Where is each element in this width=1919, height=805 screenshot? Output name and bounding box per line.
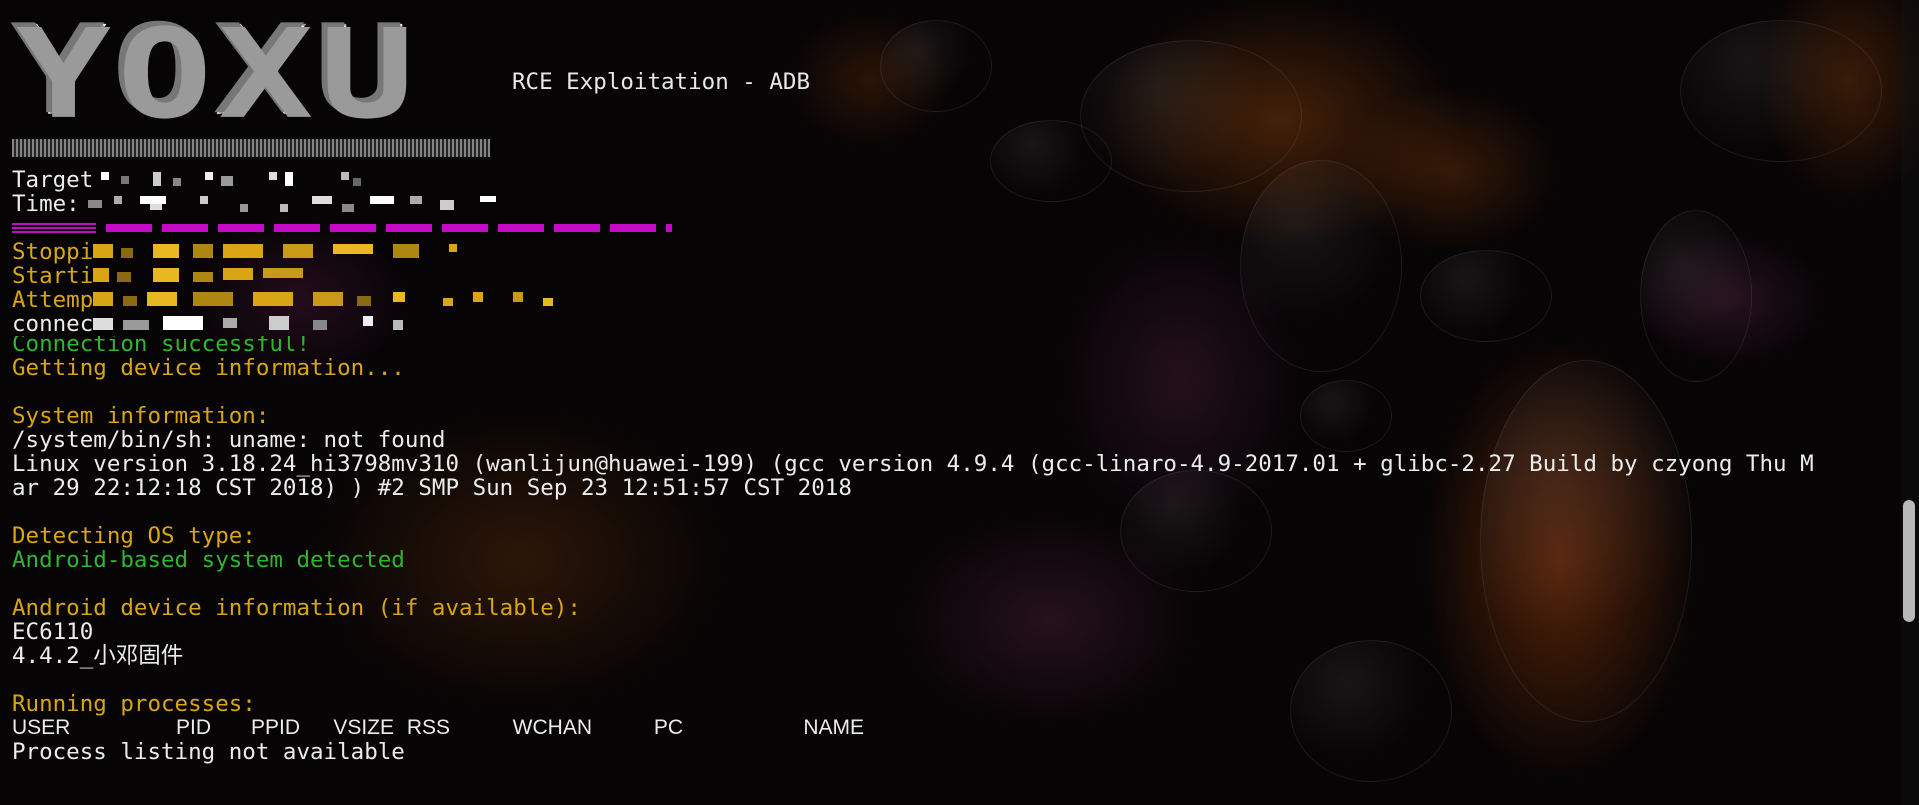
android-info-heading: Android device information (if available… bbox=[12, 595, 581, 621]
ascii-logo: YOXU bbox=[12, 0, 490, 157]
banner: YOXU RCE Exploitation - ADB bbox=[12, 0, 1879, 162]
redacted-mosaic bbox=[87, 195, 496, 212]
redacted-mosaic bbox=[93, 291, 554, 306]
column-rss: RSS bbox=[406, 716, 450, 739]
os-detected-line: Android-based system detected bbox=[12, 547, 405, 573]
kernel-version-line: Linux version 3.18.24_hi3798mv310 (wanli… bbox=[12, 451, 1814, 477]
banner-subtitle: RCE Exploitation - ADB bbox=[512, 69, 811, 95]
vertical-scrollbar[interactable] bbox=[1901, 0, 1919, 805]
stopping-line: Stoppi bbox=[12, 240, 1879, 264]
column-pid: PID bbox=[176, 716, 212, 739]
attempting-line: Attemp bbox=[12, 288, 1879, 312]
device-model-line: EC6110 bbox=[12, 619, 94, 645]
system-info-heading: System information: bbox=[12, 403, 270, 429]
separator-line bbox=[12, 216, 1879, 240]
time-label: Time: bbox=[12, 191, 80, 217]
column-vsize: VSIZE bbox=[333, 716, 394, 739]
column-ppid: PPID bbox=[250, 716, 300, 739]
terminal-window[interactable]: YOXU RCE Exploitation - ADB Target Time:… bbox=[0, 0, 1919, 805]
redacted-mosaic bbox=[101, 171, 362, 186]
uname-error-line: /system/bin/sh: uname: not found bbox=[12, 427, 446, 453]
kernel-version-line-continued: ar 29 22:12:18 CST 2018) ) #2 SMP Sun Se… bbox=[12, 475, 852, 501]
column-wchan: WCHAN bbox=[512, 716, 592, 739]
column-name: NAME bbox=[803, 716, 864, 739]
column-pc: PC bbox=[653, 716, 683, 739]
detect-os-heading: Detecting OS type: bbox=[12, 523, 256, 549]
processes-heading: Running processes: bbox=[12, 691, 256, 717]
column-user: USER bbox=[12, 716, 71, 739]
target-line: Target bbox=[12, 168, 1879, 192]
redacted-mosaic bbox=[93, 243, 458, 258]
redacted-mosaic bbox=[93, 315, 404, 330]
firmware-line: 4.4.2_小邓固件 bbox=[12, 643, 184, 669]
connected-line: connec bbox=[12, 312, 1879, 336]
scrollbar-thumb[interactable] bbox=[1903, 500, 1915, 622]
target-label: Target bbox=[12, 167, 94, 193]
logo-text: YOXU bbox=[12, 0, 417, 144]
starting-line: Starti bbox=[12, 264, 1879, 288]
getting-info-line: Getting device information... bbox=[12, 355, 405, 381]
redacted-mosaic bbox=[93, 267, 304, 282]
time-line: Time: bbox=[12, 192, 1879, 216]
connection-success-line: Connection successful! bbox=[12, 336, 311, 356]
terminal-output: YOXU RCE Exploitation - ADB Target Time:… bbox=[12, 0, 1879, 765]
process-listing-line: Process listing not available bbox=[12, 739, 405, 765]
process-table-header: USER PID PPID VSIZE RSS WCHAN PC NAME bbox=[12, 716, 1879, 740]
